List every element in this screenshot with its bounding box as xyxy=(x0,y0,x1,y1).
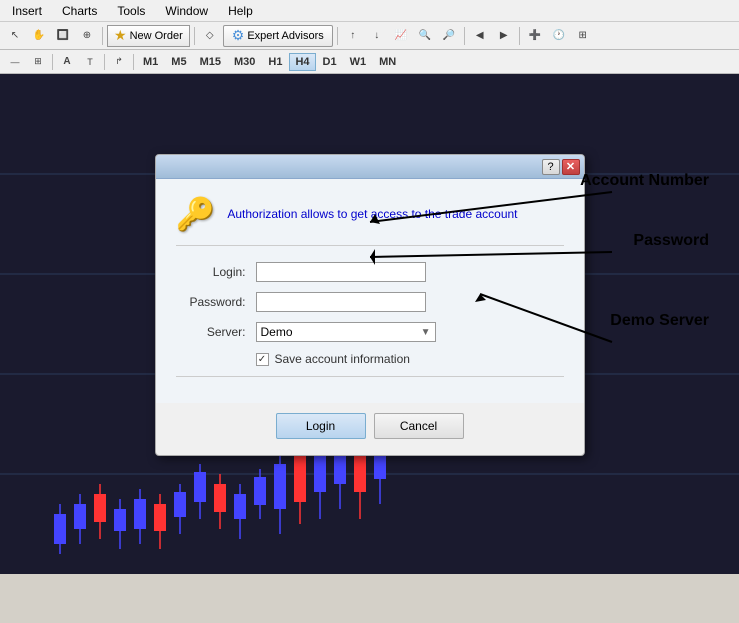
toolbar-timeframes: — ⊞ A T ↱ M1 M5 M15 M30 H1 H4 D1 W1 MN xyxy=(0,50,739,74)
login-label: Login: xyxy=(176,265,246,279)
password-input[interactable] xyxy=(256,292,426,312)
expert-advisors-btn[interactable]: ⚙ Expert Advisors xyxy=(223,25,333,47)
demo-server-annotation: Demo Server xyxy=(610,312,709,330)
tf-m5[interactable]: M5 xyxy=(165,53,192,71)
sep4 xyxy=(464,27,465,45)
toolbar-zoom-in-btn[interactable]: 🔍 xyxy=(414,25,436,47)
toolbar-zoom-btn[interactable]: 🔲 xyxy=(52,25,74,47)
toolbar-up-btn[interactable]: ↑ xyxy=(342,25,364,47)
tf-h1[interactable]: H1 xyxy=(262,53,288,71)
menu-tools[interactable]: Tools xyxy=(109,2,153,20)
sep1 xyxy=(102,27,103,45)
toolbar-clock-btn[interactable]: 🕐 xyxy=(548,25,570,47)
toolbar-left-btn[interactable]: ◀ xyxy=(469,25,491,47)
dialog-header: 🔑 Authorization allows to get access to … xyxy=(176,195,564,246)
sep6 xyxy=(52,54,53,70)
chart-area: ? ✕ 🔑 Authorization allows to get access… xyxy=(0,74,739,574)
login-row: Login: xyxy=(176,262,564,282)
new-order-label: New Order xyxy=(130,30,183,42)
toolbar-grid-btn[interactable]: ⊞ xyxy=(572,25,594,47)
toolbar-main: ↖ ✋ 🔲 ⊕ ★ New Order ◇ ⚙ Expert Advisors … xyxy=(0,22,739,50)
cancel-btn[interactable]: Cancel xyxy=(374,413,464,439)
tf-w1[interactable]: W1 xyxy=(344,53,373,71)
new-order-btn[interactable]: ★ New Order xyxy=(107,25,190,47)
toolbar-down-btn[interactable]: ↓ xyxy=(366,25,388,47)
server-value: Demo xyxy=(261,325,293,339)
save-account-row: ✓ Save account information xyxy=(256,352,564,366)
save-account-checkbox[interactable]: ✓ xyxy=(256,353,269,366)
titlebar-buttons: ? ✕ xyxy=(542,159,580,175)
sep5 xyxy=(519,27,520,45)
login-btn[interactable]: Login xyxy=(276,413,366,439)
toolbar-text-btn[interactable]: T xyxy=(79,51,101,73)
dialog-footer: Login Cancel xyxy=(156,403,584,455)
select-arrow-icon: ▼ xyxy=(421,327,431,338)
save-account-label: Save account information xyxy=(275,352,410,366)
expert-advisors-icon: ⚙ xyxy=(232,27,245,44)
new-order-icon: ★ xyxy=(114,27,127,44)
toolbar-hand-btn[interactable]: ✋ xyxy=(28,25,50,47)
dialog-close-btn[interactable]: ✕ xyxy=(562,159,580,175)
login-input[interactable] xyxy=(256,262,426,282)
menu-insert[interactable]: Insert xyxy=(4,2,50,20)
menu-window[interactable]: Window xyxy=(157,2,216,20)
keys-icon: 🔑 xyxy=(176,195,216,233)
tf-m30[interactable]: M30 xyxy=(228,53,261,71)
sep7 xyxy=(104,54,105,70)
sep3 xyxy=(337,27,338,45)
tf-m1[interactable]: M1 xyxy=(137,53,164,71)
toolbar-a-btn[interactable]: A xyxy=(56,51,78,73)
menu-bar: Insert Charts Tools Window Help xyxy=(0,0,739,22)
login-dialog: ? ✕ 🔑 Authorization allows to get access… xyxy=(155,154,585,456)
toolbar-line-btn[interactable]: — xyxy=(4,51,26,73)
toolbar-grid2-btn[interactable]: ⊞ xyxy=(27,51,49,73)
password-row: Password: xyxy=(176,292,564,312)
password-annotation: Password xyxy=(633,232,709,250)
toolbar-indicator-btn[interactable]: ◇ xyxy=(199,25,221,47)
menu-help[interactable]: Help xyxy=(220,2,261,20)
account-number-annotation: Account Number xyxy=(580,172,709,190)
server-select[interactable]: Demo ▼ xyxy=(256,322,436,342)
toolbar-right-btn[interactable]: ▶ xyxy=(493,25,515,47)
sep2 xyxy=(194,27,195,45)
dialog-body: 🔑 Authorization allows to get access to … xyxy=(156,179,584,403)
tf-h4[interactable]: H4 xyxy=(289,53,315,71)
toolbar-pointer-btn[interactable]: ↱ xyxy=(108,51,130,73)
dialog-titlebar: ? ✕ xyxy=(156,155,584,179)
toolbar-arrow-btn[interactable]: ↖ xyxy=(4,25,26,47)
server-row: Server: Demo ▼ xyxy=(176,322,564,342)
tf-m15[interactable]: M15 xyxy=(194,53,227,71)
menu-charts[interactable]: Charts xyxy=(54,2,105,20)
toolbar-crosshair-btn[interactable]: ⊕ xyxy=(76,25,98,47)
dialog-info-text: Authorization allows to get access to th… xyxy=(227,207,517,221)
toolbar-plus-btn[interactable]: ➕ xyxy=(524,25,546,47)
dialog-separator xyxy=(176,376,564,377)
toolbar-chart-btn[interactable]: 📈 xyxy=(390,25,412,47)
server-label: Server: xyxy=(176,325,246,339)
dialog-help-btn[interactable]: ? xyxy=(542,159,560,175)
tf-d1[interactable]: D1 xyxy=(317,53,343,71)
toolbar-zoom-out-btn[interactable]: 🔎 xyxy=(438,25,460,47)
expert-advisors-label: Expert Advisors xyxy=(247,30,323,42)
sep8 xyxy=(133,54,134,70)
password-label: Password: xyxy=(176,295,246,309)
tf-mn[interactable]: MN xyxy=(373,53,402,71)
